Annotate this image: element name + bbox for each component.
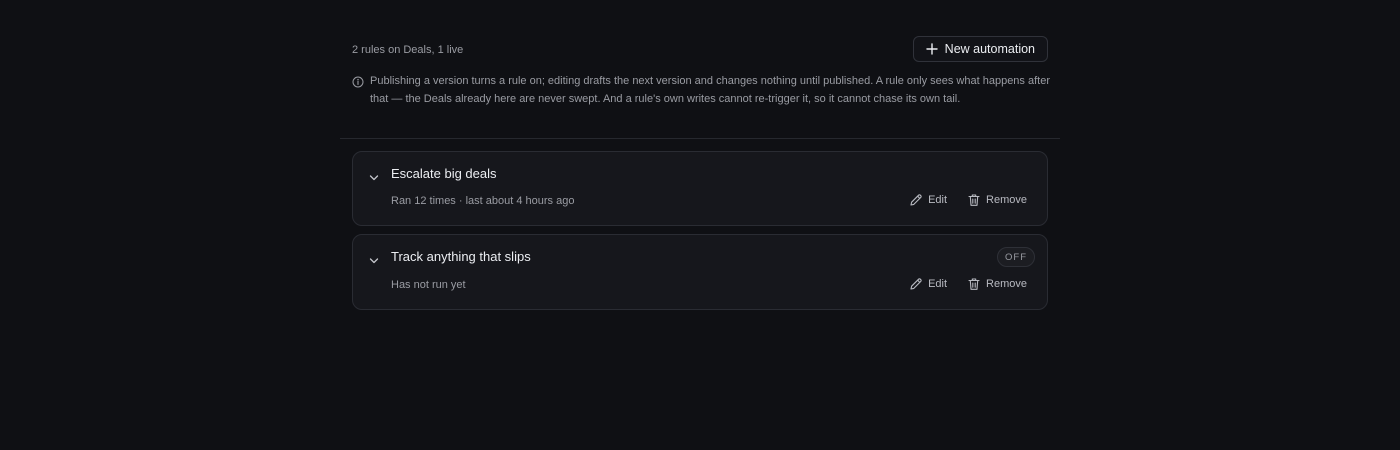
status-badge: OFF <box>997 247 1035 267</box>
automations-header: 2 rules on Deals, 1 live New automation <box>352 36 1048 64</box>
new-automation-button[interactable]: New automation <box>912 36 1048 62</box>
remove-button[interactable]: Remove <box>967 193 1027 207</box>
rule-card[interactable]: Track anything that slips OFF Has not ru… <box>352 234 1048 310</box>
info-icon <box>352 75 364 93</box>
rule-actions: Edit Remove <box>909 193 1027 207</box>
divider <box>340 138 1060 139</box>
edit-button[interactable]: Edit <box>909 277 947 291</box>
rules-summary: 2 rules on Deals, 1 live <box>352 44 464 56</box>
remove-label: Remove <box>986 278 1027 290</box>
pencil-icon <box>909 277 923 291</box>
info-text: Publishing a version turns a rule on; ed… <box>370 75 1050 105</box>
chevron-down-icon[interactable] <box>369 169 379 187</box>
chevron-down-icon[interactable] <box>369 252 379 270</box>
edit-label: Edit <box>928 194 948 206</box>
rule-title: Track anything that slips <box>391 249 531 264</box>
edit-button[interactable]: Edit <box>909 193 947 207</box>
pencil-icon <box>909 193 923 207</box>
new-automation-label: New automation <box>944 42 1035 56</box>
rule-actions: Edit Remove <box>909 277 1027 291</box>
rule-run-info: Ran 12 times · last about 4 hours ago <box>391 195 575 207</box>
remove-button[interactable]: Remove <box>967 277 1027 291</box>
rule-title: Escalate big deals <box>391 166 497 181</box>
trash-icon <box>967 277 981 291</box>
rule-run-info: Has not run yet <box>391 279 466 291</box>
trash-icon <box>967 193 981 207</box>
remove-label: Remove <box>986 194 1027 206</box>
edit-label: Edit <box>928 278 948 290</box>
rule-card[interactable]: Escalate big deals Ran 12 times · last a… <box>352 151 1048 226</box>
plus-icon <box>925 43 938 55</box>
